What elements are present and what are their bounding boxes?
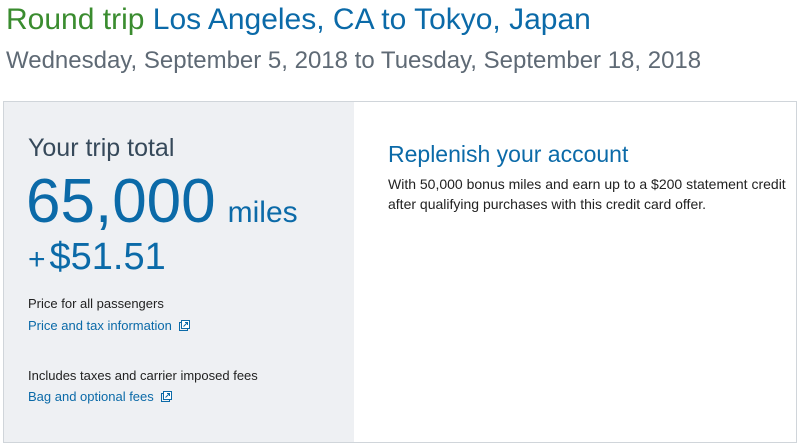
passengers-note: Price for all passengers	[28, 296, 164, 311]
credit-card-promo: Replenish your account With 50,000 bonus…	[388, 140, 788, 214]
trip-dates: Wednesday, September 5, 2018 to Tuesday,…	[6, 47, 702, 74]
promo-text: With 50,000 bonus miles and earn up to a…	[388, 176, 786, 212]
miles-unit: miles	[227, 196, 298, 229]
fees-note: Includes taxes and carrier imposed fees	[28, 368, 258, 383]
trip-total-panel: Your trip total 65,000 miles + $51.51 Pric…	[4, 102, 354, 442]
promo-title: Replenish your account	[388, 141, 629, 167]
trip-summary-card: Your trip total 65,000 miles + $51.51 Pric…	[3, 101, 797, 443]
cash-amount: $51.51	[49, 236, 166, 278]
miles-total: 65,000 miles	[26, 166, 298, 238]
bag-optional-fees-link-label: Bag and optional fees	[28, 389, 154, 404]
external-link-icon	[179, 320, 191, 331]
bag-optional-fees-link[interactable]: Bag and optional fees	[28, 389, 173, 404]
plus-sign: +	[28, 243, 46, 276]
price-tax-info-link-label: Price and tax information	[28, 318, 172, 333]
page-title: Round trip Los Angeles, CA to Tokyo, Jap…	[6, 2, 591, 38]
price-tax-info-link[interactable]: Price and tax information	[28, 318, 191, 333]
miles-amount: 65,000	[26, 167, 216, 236]
external-link-icon	[161, 391, 173, 402]
trip-total-label: Your trip total	[28, 134, 175, 162]
cash-total: + $51.51	[28, 234, 166, 283]
route-label: Los Angeles, CA to Tokyo, Japan	[152, 3, 591, 36]
trip-type-label: Round trip	[6, 3, 145, 36]
